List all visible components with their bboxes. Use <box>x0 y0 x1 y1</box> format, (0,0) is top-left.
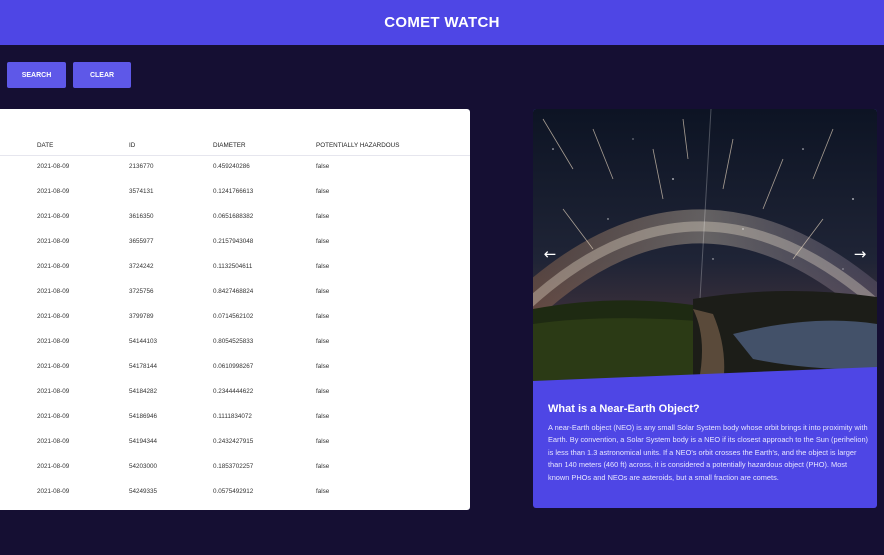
table-row[interactable]: 2021-08-09 3724242 0.1132504611 false <box>0 256 470 281</box>
cell-id: 3616350 <box>129 213 154 220</box>
cell-diameter: 0.1111834072 <box>213 413 252 420</box>
info-card: ← → What is a Near-Earth Object? A near-… <box>533 109 877 508</box>
app-title: COMET WATCH <box>384 14 500 31</box>
cell-id: 3574131 <box>129 188 154 195</box>
column-header-diameter[interactable]: DIAMETER <box>213 142 246 149</box>
app-header: COMET WATCH <box>0 0 884 45</box>
cell-diameter: 0.8427468824 <box>213 288 254 295</box>
cell-hazardous: false <box>316 488 330 495</box>
cell-date: 2021-08-09 <box>37 213 70 220</box>
table-row[interactable]: 2021-08-09 3616350 0.0651688382 false <box>0 206 470 231</box>
cell-date: 2021-08-09 <box>37 363 70 370</box>
cell-diameter: 0.459240286 <box>213 163 250 170</box>
arrow-right-icon[interactable]: → <box>851 245 869 263</box>
cell-id: 3799789 <box>129 313 154 320</box>
column-header-id[interactable]: ID <box>129 142 135 149</box>
info-description: A near-Earth object (NEO) is any small S… <box>548 423 869 482</box>
table-header-row: DATE ID DIAMETER POTENTIALLY HAZARDOUS <box>0 109 470 156</box>
cell-id: 54194344 <box>129 438 158 445</box>
cell-hazardous: false <box>316 438 330 445</box>
table-row[interactable]: 2021-08-09 3574131 0.1241766613 false <box>0 181 470 206</box>
table-row[interactable]: 2021-08-09 54186946 0.1111834072 false <box>0 406 470 431</box>
column-header-hazardous[interactable]: POTENTIALLY HAZARDOUS <box>316 142 399 149</box>
table-row[interactable]: 2021-08-09 54184282 0.2344444622 false <box>0 381 470 406</box>
info-title: What is a Near-Earth Object? <box>548 403 700 415</box>
cell-diameter: 0.1132504611 <box>213 263 253 270</box>
cell-diameter: 0.1853702257 <box>213 463 254 470</box>
image-carousel[interactable]: ← → <box>533 109 877 385</box>
cell-hazardous: false <box>316 263 330 270</box>
cell-date: 2021-08-09 <box>37 413 70 420</box>
cell-date: 2021-08-09 <box>37 238 70 245</box>
table-row[interactable]: 2021-08-09 54194344 0.2432427915 false <box>0 431 470 456</box>
table-row[interactable]: 2021-08-09 54203000 0.1853702257 false <box>0 456 470 481</box>
cell-id: 54249335 <box>129 488 158 495</box>
cell-diameter: 0.2157943048 <box>213 238 254 245</box>
cell-diameter: 0.2344444622 <box>213 388 254 395</box>
cell-id: 3725756 <box>129 288 154 295</box>
cell-date: 2021-08-09 <box>37 488 70 495</box>
table-row[interactable]: 2021-08-09 54178144 0.0610998267 false <box>0 356 470 381</box>
cell-diameter: 0.0575492912 <box>213 488 254 495</box>
cell-id: 54184282 <box>129 388 158 395</box>
cell-hazardous: false <box>316 163 330 170</box>
cell-date: 2021-08-09 <box>37 263 70 270</box>
cell-date: 2021-08-09 <box>37 163 70 170</box>
cell-id: 2136770 <box>129 163 154 170</box>
cell-date: 2021-08-09 <box>37 313 70 320</box>
cell-diameter: 0.0714562102 <box>213 313 254 320</box>
cell-id: 54203000 <box>129 463 158 470</box>
cell-hazardous: false <box>316 188 330 195</box>
cell-diameter: 0.0651688382 <box>213 213 254 220</box>
table-row[interactable]: 2021-08-09 3799789 0.0714562102 false <box>0 306 470 331</box>
table-row[interactable]: 2021-08-09 54144103 0.8054525833 false <box>0 331 470 356</box>
search-button[interactable]: SEARCH <box>7 62 66 88</box>
table-row[interactable]: 2021-08-09 3725756 0.8427468824 false <box>0 281 470 306</box>
cell-hazardous: false <box>316 313 330 320</box>
table-row[interactable]: 2021-08-09 3655977 0.2157943048 false <box>0 231 470 256</box>
cell-id: 3655977 <box>129 238 154 245</box>
cell-date: 2021-08-09 <box>37 438 70 445</box>
cell-diameter: 0.2432427915 <box>213 438 254 445</box>
cell-id: 54178144 <box>129 363 158 370</box>
clear-button[interactable]: CLEAR <box>73 62 131 88</box>
cell-hazardous: false <box>316 363 330 370</box>
cell-hazardous: false <box>316 338 330 345</box>
table-row[interactable]: 2021-08-09 2136770 0.459240286 false <box>0 156 470 181</box>
cell-date: 2021-08-09 <box>37 288 70 295</box>
cell-hazardous: false <box>316 213 330 220</box>
cell-diameter: 0.0610998267 <box>213 363 254 370</box>
cell-id: 54186946 <box>129 413 158 420</box>
cell-id: 3724242 <box>129 263 154 270</box>
milky-way-photo <box>533 109 877 385</box>
cell-hazardous: false <box>316 413 330 420</box>
column-header-date[interactable]: DATE <box>37 142 53 149</box>
arrow-left-icon[interactable]: ← <box>541 245 559 263</box>
cell-diameter: 0.1241766613 <box>213 188 254 195</box>
cell-hazardous: false <box>316 463 330 470</box>
cell-date: 2021-08-09 <box>37 188 70 195</box>
cell-date: 2021-08-09 <box>37 338 70 345</box>
cell-hazardous: false <box>316 238 330 245</box>
table-row[interactable]: 2021-08-09 54249335 0.0575492912 false <box>0 481 470 506</box>
cell-date: 2021-08-09 <box>37 388 70 395</box>
cell-hazardous: false <box>316 388 330 395</box>
cell-diameter: 0.8054525833 <box>213 338 254 345</box>
cell-hazardous: false <box>316 288 330 295</box>
cell-date: 2021-08-09 <box>37 463 70 470</box>
cell-id: 54144103 <box>129 338 158 345</box>
neo-table: DATE ID DIAMETER POTENTIALLY HAZARDOUS 2… <box>0 109 470 510</box>
